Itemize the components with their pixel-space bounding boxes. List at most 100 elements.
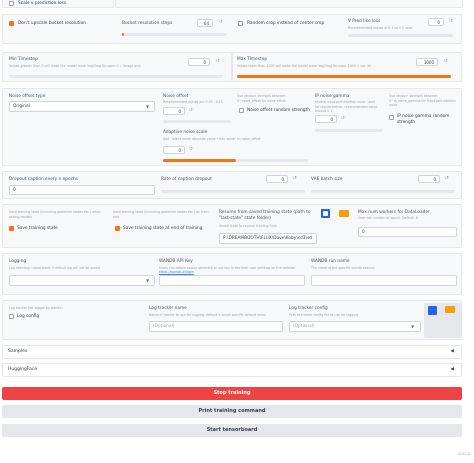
wandb-login-link[interactable]: https://wandb.ai/login <box>159 270 194 274</box>
max-workers-label: Max num workers for DataLoader <box>358 210 430 215</box>
dropout-row: Dropout caption every n epochs 0 Rate of… <box>2 171 462 199</box>
noise-random-strength-checkbox[interactable] <box>239 108 244 113</box>
print-command-button[interactable]: Print training command <box>2 405 462 418</box>
caption-dropout-rate-reset-icon[interactable]: ↺ <box>293 175 297 182</box>
adaptive-noise-reset-icon[interactable]: ↺ <box>189 146 193 153</box>
wandb-key-input[interactable] <box>159 275 305 286</box>
adaptive-noise-info: Add `latent mean absolute value * this v… <box>163 137 261 141</box>
log-tracker-name-input[interactable]: (Optional) <box>149 321 283 332</box>
log-tracker-name-info: Name of tracker to use for logging, defa… <box>149 313 267 317</box>
max-timestep-label: Max Timestep <box>237 57 268 62</box>
wandb-run-input[interactable] <box>311 275 457 286</box>
scale-v-pred-panel: Scale v prediction loss <box>2 0 114 8</box>
ip-random-checkbox[interactable] <box>389 115 394 120</box>
chevron-down-icon: ▼ <box>411 324 415 329</box>
min-timestep-info: Values greater than 0 will make the mode… <box>9 64 141 68</box>
vae-batch-label: VAE batch size <box>311 177 343 182</box>
random-crop-checkbox[interactable] <box>238 21 243 26</box>
samples-accordion[interactable]: Samples ◀ <box>2 345 462 359</box>
resume-path-value: P:\DREAMBOOTH\FLUX\Dave\Koby\sd3\sd <box>223 236 312 241</box>
noise-random-strength-info-text: Use random strength between 0~noise_offs… <box>237 94 286 103</box>
folder-icon[interactable] <box>445 306 455 313</box>
save-state-end-info-text: Save training state (including optimizer… <box>113 210 209 219</box>
triangle-left-icon: ◀ <box>450 349 454 354</box>
resume-info: Saved state to resume training from <box>219 224 277 228</box>
bucket-steps-input[interactable]: 64 <box>197 19 213 27</box>
min-timestep-reset-icon[interactable]: ↺ <box>216 58 220 65</box>
dropout-epochs-label: Dropout caption every n epochs <box>9 177 78 182</box>
vpred-label: V Pred like loss <box>348 19 381 24</box>
ip-gamma-info-text: enable input perturbation noise. used fo… <box>315 100 379 114</box>
noise-offset-type-select[interactable]: Original <box>9 101 155 112</box>
huggingface-label: HuggingFace <box>8 367 38 372</box>
adaptive-noise-label: Adaptive noise scale <box>163 130 208 135</box>
max-timestep-panel: Max Timestep Values lower than 1000 will… <box>232 52 462 82</box>
scale-v-pred-label: Scale v prediction loss <box>18 1 67 6</box>
max-timestep-input[interactable]: 1000 <box>416 58 438 66</box>
vpred-input[interactable]: 0 <box>428 18 444 26</box>
vae-batch-slider[interactable] <box>311 190 455 193</box>
caption-dropout-rate-slider[interactable] <box>161 190 305 193</box>
max-timestep-reset-icon[interactable]: ↺ <box>444 58 448 65</box>
noise-offset-label: Noise offset <box>163 94 189 99</box>
noise-random-strength-label: Noise offset random strength <box>247 108 310 113</box>
save-state-end-checkbox[interactable] <box>115 226 120 231</box>
dont-upscale-checkbox[interactable] <box>9 21 14 26</box>
scale-v-pred-checkbox[interactable] <box>9 1 14 6</box>
adaptive-noise-slider[interactable] <box>163 159 308 162</box>
ip-random-info: Use random strength between 0~ip_noise_g… <box>389 94 457 108</box>
log-config-label: Log config <box>17 314 40 319</box>
top-spacer-panel <box>115 0 463 8</box>
bucket-steps-slider-fill <box>122 33 125 36</box>
random-crop-label: Random crop instead of center crop <box>247 21 325 26</box>
bucket-row: Don't upscale bucket resolution Bucket r… <box>2 14 462 44</box>
adaptive-noise-input[interactable]: 0 <box>163 146 185 154</box>
max-workers-input[interactable]: 0 <box>358 227 457 237</box>
file-picker-icon[interactable] <box>428 306 437 315</box>
bucket-steps-slider[interactable] <box>122 33 227 36</box>
dropout-epochs-input[interactable]: 0 <box>9 185 155 195</box>
ip-gamma-label: IP noise gamma <box>315 94 350 99</box>
min-timestep-input[interactable]: 0 <box>188 58 210 66</box>
save-state-end-label: Save training state at end of training <box>123 226 203 231</box>
noise-offset-input[interactable]: 0 <box>163 107 185 115</box>
start-tensorboard-button[interactable]: Start tensorboard <box>2 424 462 437</box>
min-timestep-slider[interactable] <box>9 75 223 78</box>
log-config-checkbox[interactable] <box>9 314 14 319</box>
logging-dir-select[interactable] <box>9 275 155 286</box>
vae-batch-input[interactable]: 0 <box>418 175 440 183</box>
vae-batch-reset-icon[interactable]: ↺ <box>445 175 449 182</box>
ip-gamma-reset-icon[interactable]: ↺ <box>341 115 345 122</box>
max-workers-info: Override number of epoch. Default: 8 <box>358 216 418 220</box>
log-tracker-config-input[interactable]: (Optional) <box>289 321 421 332</box>
log-tracker-config-info: Path to tracker config file to use for l… <box>289 313 359 317</box>
ip-gamma-slider[interactable] <box>315 129 383 132</box>
caption-dropout-rate-input[interactable]: 0 <box>266 175 288 183</box>
min-timestep-label: Min Timestep <box>9 57 38 62</box>
vpred-slider[interactable] <box>348 34 453 37</box>
caption-dropout-rate-label: Rate of caption dropout <box>161 177 212 182</box>
save-state-checkbox[interactable] <box>9 226 14 231</box>
resume-label: Resume from saved training state (path t… <box>219 210 311 221</box>
stop-training-button[interactable]: Stop training <box>2 387 462 400</box>
vpred-reset-icon[interactable]: ↺ <box>449 18 453 25</box>
resume-path-input[interactable]: P:\DREAMBOOTH\FLUX\Dave\Koby\sd3\sd <box>219 233 317 244</box>
bucket-steps-reset-icon[interactable]: ↺ <box>219 19 223 26</box>
noise-offset-type-label: Noise offset type <box>9 94 46 99</box>
save-state-end-info: Save training state (including optimizer… <box>113 210 213 219</box>
samples-label: Samples <box>8 349 28 354</box>
logging-info: Log directory. Leave blank if default lo… <box>9 266 100 270</box>
huggingface-accordion[interactable]: HuggingFace ◀ <box>2 363 462 377</box>
noise-offset-slider[interactable] <box>163 120 231 123</box>
max-timestep-slider[interactable] <box>237 75 451 78</box>
chevron-down-icon: ▼ <box>146 104 150 109</box>
ip-gamma-input[interactable]: 0 <box>315 115 337 123</box>
noise-offset-reset-icon[interactable]: ↺ <box>189 107 193 114</box>
save-state-label: Save training state <box>17 226 58 231</box>
logging-row: Logging Log directory. Leave blank if de… <box>2 253 462 295</box>
adaptive-noise-slider-fill <box>163 159 236 162</box>
noise-offset-type-value: Original <box>13 104 30 109</box>
version-label: v24.2.0 <box>457 452 470 456</box>
log-tracker-config-label: Log tracker config <box>289 306 328 311</box>
save-folder-icon[interactable] <box>339 210 349 217</box>
